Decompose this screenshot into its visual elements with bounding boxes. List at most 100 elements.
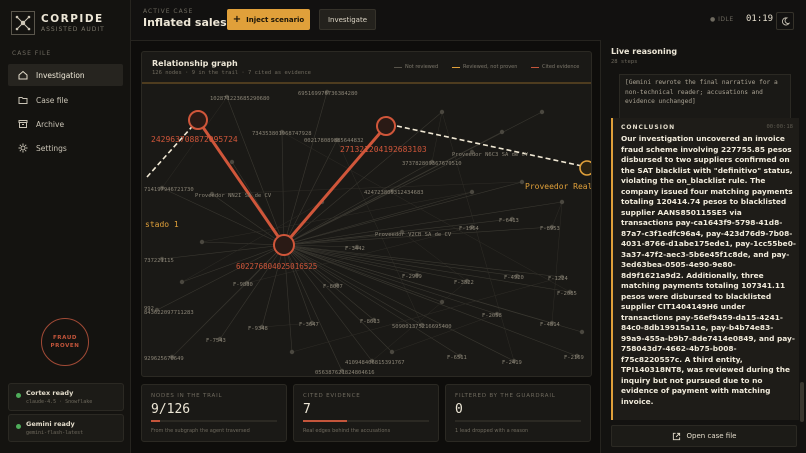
graph-edge bbox=[283, 244, 515, 362]
status-title: Gemini ready bbox=[26, 420, 75, 428]
graph-node[interactable] bbox=[519, 179, 525, 185]
reasoning-scrollbar[interactable] bbox=[800, 382, 804, 422]
node-label-left: 242963708872095724 bbox=[151, 135, 238, 144]
status-subtitle: claude-4.5 · Snowflake bbox=[26, 399, 93, 405]
node-label: 929625670649 bbox=[144, 356, 184, 362]
graph-edge bbox=[156, 244, 285, 311]
node-label: 056387621824804616 bbox=[315, 370, 375, 376]
graph-canvas[interactable]: 242963708872095724 271321204192683103 60… bbox=[142, 52, 591, 376]
reasoning-subtitle: 28 steps bbox=[611, 59, 638, 65]
node-label: 737221115 bbox=[144, 258, 174, 264]
graph-edge bbox=[551, 201, 563, 324]
graph-edge bbox=[371, 280, 468, 362]
graph-node[interactable] bbox=[199, 239, 205, 245]
node-label: F-3442 bbox=[345, 246, 365, 252]
sidebar-item-archive[interactable]: Archive bbox=[8, 113, 123, 135]
node-label: 714197946721730 bbox=[144, 187, 194, 193]
node-label: 002178089885644832 bbox=[304, 138, 364, 144]
node-label: F-2419 bbox=[502, 360, 522, 366]
stat-card-trail: NODES IN THE TRAIL 9/126 From the subgra… bbox=[141, 384, 287, 442]
node-label: 509001375216695400 bbox=[392, 324, 452, 330]
status-dot-icon bbox=[16, 393, 21, 398]
node-label-right: 271321204192683103 bbox=[340, 145, 427, 154]
stat-progress-fill bbox=[151, 420, 160, 422]
timer: 01:19 bbox=[746, 14, 774, 24]
node-label: 734353801968747928 bbox=[252, 131, 312, 137]
stat-value: 9/126 bbox=[151, 402, 191, 417]
node-label: F-2058 bbox=[482, 313, 502, 319]
conclusion-card: CONCLUSION 00:00:18 Our investigation un… bbox=[611, 118, 799, 420]
graph-node[interactable] bbox=[389, 349, 395, 355]
open-case-file-button[interactable]: Open case file bbox=[611, 425, 797, 447]
graph-node[interactable] bbox=[539, 109, 545, 115]
hub-node[interactable] bbox=[273, 234, 295, 256]
node-label: F-7543 bbox=[206, 338, 226, 344]
node-label: F-9348 bbox=[248, 326, 268, 332]
graph-edge bbox=[551, 201, 563, 228]
node-label: F-1224 bbox=[548, 276, 569, 282]
sidebar-item-label: Investigation bbox=[36, 70, 85, 80]
brand-subtitle: ASSISTED AUDIT bbox=[41, 25, 105, 33]
sidebar-item-case-file[interactable]: Case file bbox=[8, 89, 123, 111]
suspect-node[interactable] bbox=[376, 116, 396, 136]
graph-edge bbox=[261, 244, 285, 328]
brand: CORPIDE ASSISTED AUDIT bbox=[11, 11, 105, 35]
status-subtitle: gemini-flash-latest bbox=[26, 430, 84, 436]
home-icon bbox=[15, 70, 31, 80]
archive-icon bbox=[15, 119, 31, 129]
suspect-node[interactable] bbox=[188, 110, 208, 130]
graph-node[interactable] bbox=[289, 349, 295, 355]
graph-edge bbox=[281, 131, 285, 246]
node-label: 695169976736384280 bbox=[298, 91, 358, 97]
sidebar-item-label: Settings bbox=[36, 143, 67, 153]
stat-progress bbox=[151, 420, 277, 422]
theme-toggle-button[interactable] bbox=[776, 12, 794, 30]
conclusion-text: Our investigation uncovered an invoice f… bbox=[621, 134, 796, 406]
sidebar-item-settings[interactable]: Settings bbox=[8, 137, 123, 159]
inject-scenario-button[interactable]: + Inject scenario bbox=[227, 9, 310, 30]
stat-progress bbox=[303, 420, 429, 422]
node-label: F-6511 bbox=[447, 355, 467, 361]
idle-dot-icon: ● bbox=[710, 16, 719, 23]
node-label: Proveedor N6C3 SA de CV bbox=[452, 152, 529, 158]
graph-node[interactable] bbox=[579, 329, 585, 335]
stat-value: 0 bbox=[455, 402, 463, 417]
node-label: F-3822 bbox=[454, 280, 474, 286]
inject-scenario-label: Inject scenario bbox=[246, 15, 305, 24]
conclusion-time: 00:00:18 bbox=[766, 124, 794, 130]
graph-node[interactable] bbox=[559, 199, 565, 205]
graph-edge bbox=[211, 193, 285, 246]
graph-edge bbox=[226, 96, 285, 246]
graph-node[interactable] bbox=[229, 159, 235, 165]
node-label: Proveedor V2CB SA de CV bbox=[375, 232, 452, 238]
cortex-status-card: Cortex ready claude-4.5 · Snowflake bbox=[8, 383, 124, 411]
investigate-button[interactable]: Investigate bbox=[319, 9, 376, 30]
sidebar-section-label: CASE FILE bbox=[12, 50, 52, 57]
graph-node[interactable] bbox=[439, 299, 445, 305]
sidebar-item-investigation[interactable]: Investigation bbox=[8, 64, 123, 86]
graph-node[interactable] bbox=[469, 189, 475, 195]
node-label: F-4920 bbox=[504, 275, 524, 281]
reasoning-title: Live reasoning bbox=[611, 47, 678, 56]
stat-description: Real edges behind the accusations bbox=[303, 428, 391, 434]
folder-icon bbox=[15, 95, 31, 105]
conclusion-label: CONCLUSION bbox=[621, 124, 676, 131]
stat-card-guardrail: FILTERED BY THE GUARDRAIL 0 1 lead dropp… bbox=[445, 384, 591, 442]
gemini-status-card: Gemini ready gemini-flash-latest bbox=[8, 414, 124, 442]
graph-node[interactable] bbox=[179, 279, 185, 285]
open-case-file-label: Open case file bbox=[686, 432, 737, 440]
status-dot-icon bbox=[16, 424, 21, 429]
live-reasoning-panel: Live reasoning 28 steps [Gemini rewrote … bbox=[600, 40, 806, 453]
node-label: 102871223685290680 bbox=[210, 96, 270, 102]
node-label: F-8613 bbox=[360, 319, 380, 325]
node-label: F-6413 bbox=[499, 218, 519, 224]
graph-node[interactable] bbox=[499, 129, 505, 135]
logo-icon bbox=[11, 11, 35, 35]
gear-icon bbox=[15, 143, 31, 153]
node-label: 843622097711283 bbox=[144, 310, 194, 316]
stat-progress bbox=[455, 420, 581, 422]
graph-node[interactable] bbox=[439, 109, 445, 115]
node-label: Proveedor NN2I SA de CV bbox=[195, 193, 272, 199]
supplier-node[interactable] bbox=[579, 160, 591, 176]
relationship-graph-panel: Relationship graph 126 nodes · 9 in the … bbox=[141, 51, 592, 377]
